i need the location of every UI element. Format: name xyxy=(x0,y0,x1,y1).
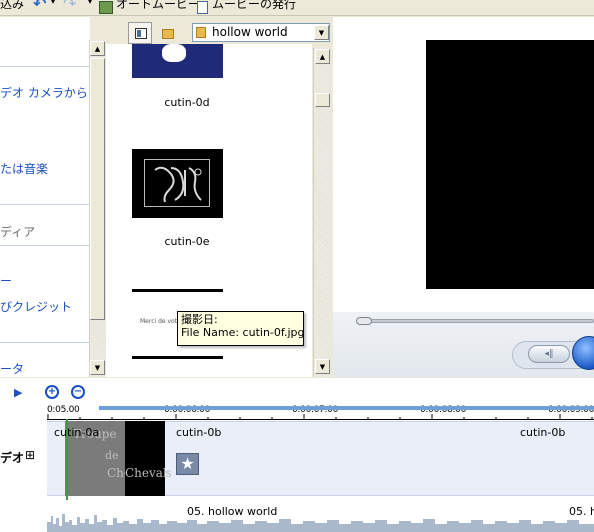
undo-icon[interactable]: ↶ xyxy=(33,0,46,13)
preview-screen xyxy=(426,40,594,289)
clip-label: cutin-0a xyxy=(54,426,100,439)
clip-cutin-0a-dark[interactable] xyxy=(125,421,165,496)
zoom-out-icon[interactable]: − xyxy=(71,385,85,399)
taskpane-scroll-thumb[interactable] xyxy=(90,58,105,320)
collections-button[interactable] xyxy=(161,25,177,40)
tooltip-filename-line: File Name: cutin-0f.jpg xyxy=(181,326,305,339)
clip-image-text: de xyxy=(105,449,119,462)
task-link-media: ディア xyxy=(0,225,36,239)
clip-thumbnail-border xyxy=(132,356,223,359)
task-separator xyxy=(0,66,90,67)
clip-label: cutin-0b xyxy=(520,426,566,439)
scroll-down-icon[interactable]: ▼ xyxy=(315,359,330,374)
clip-label: cutin-0b xyxy=(176,426,222,439)
publish-icon[interactable] xyxy=(197,1,208,14)
scroll-down-icon[interactable]: ▼ xyxy=(90,360,105,375)
toolbar-import-label[interactable]: 込み xyxy=(0,0,24,12)
scroll-up-icon[interactable]: ▲ xyxy=(315,49,330,64)
tasks-toggle-button[interactable] xyxy=(128,22,152,44)
video-track-label: デオ xyxy=(0,451,25,465)
task-separator xyxy=(0,204,90,205)
file-info-tooltip: 撮影日: File Name: cutin-0f.jpg xyxy=(177,311,304,346)
clip-thumbnail-border xyxy=(132,289,223,292)
previous-frame-button[interactable]: ◂‖ xyxy=(528,345,570,363)
play-timeline-icon[interactable]: ▶ xyxy=(14,386,22,399)
task-link-titles-credits[interactable]: びクレジット xyxy=(0,298,72,315)
redo-dropdown-icon[interactable]: ▾ xyxy=(88,0,92,6)
ruler-tick-label: 0:05.00 xyxy=(47,405,80,415)
timeline-selection-band xyxy=(99,406,594,410)
task-link-import-audio[interactable]: たは音楽 xyxy=(0,160,48,177)
seek-slider-handle[interactable] xyxy=(356,317,372,325)
audio-waveform xyxy=(47,514,594,532)
collection-select-value: hollow world xyxy=(212,25,288,39)
folder-icon xyxy=(196,27,206,38)
clip-image-text: Chevaliers xyxy=(125,466,165,480)
audio-track: 05. hollow world 05. h xyxy=(47,500,594,532)
automovie-button[interactable]: オートムービー xyxy=(116,0,200,12)
folder-icon xyxy=(162,29,174,39)
collection-scroll-thumb[interactable] xyxy=(315,93,330,107)
undo-dropdown-icon[interactable]: ▾ xyxy=(51,0,55,6)
task-link-capture-video[interactable]: デオ カメラから xyxy=(0,84,88,101)
dropdown-arrow-icon[interactable]: ▼ xyxy=(314,25,329,40)
clip-thumbnail-cutin-0e[interactable] xyxy=(132,149,223,218)
zoom-in-icon[interactable]: + xyxy=(45,385,59,399)
transition-star-icon[interactable]: ★ xyxy=(176,453,199,475)
redo-icon[interactable]: ↷ xyxy=(63,0,76,13)
main-toolbar: 込み ↶ ▾ ↷ ▾ オートムービー ムービーの発行 xyxy=(0,0,594,16)
collection-select[interactable]: hollow world ▼ xyxy=(192,23,330,42)
task-link-finish-movie[interactable]: ータ xyxy=(0,360,24,377)
crest-graphic xyxy=(154,166,202,203)
audio-clip-label: 05. hollow world xyxy=(187,505,278,518)
task-separator xyxy=(0,245,90,246)
taskpane-scrollbar[interactable]: ▲ ▼ xyxy=(89,40,106,377)
task-separator xyxy=(0,342,90,343)
tooltip-date-line: 撮影日: xyxy=(181,313,218,326)
scroll-up-icon[interactable]: ▲ xyxy=(90,41,105,56)
expand-track-icon[interactable]: ⊞ xyxy=(25,448,35,462)
publish-movie-button[interactable]: ムービーの発行 xyxy=(212,0,296,12)
clip-thumbnail-cutin-0d[interactable] xyxy=(132,44,223,78)
movie-tasks-pane: デオ カメラから たは音楽 ディア ー びクレジット ータ xyxy=(0,17,90,377)
seek-bar[interactable] xyxy=(356,317,594,325)
collection-scrollbar[interactable]: ▲ ▼ xyxy=(313,48,331,377)
task-link-effects[interactable]: ー xyxy=(0,272,12,289)
clip-caption: cutin-0e xyxy=(164,235,210,248)
panel-icon xyxy=(135,28,147,39)
clip-caption: cutin-0d xyxy=(164,96,210,109)
automovie-icon[interactable] xyxy=(99,1,113,14)
audio-clip-label: 05. h xyxy=(569,505,594,518)
